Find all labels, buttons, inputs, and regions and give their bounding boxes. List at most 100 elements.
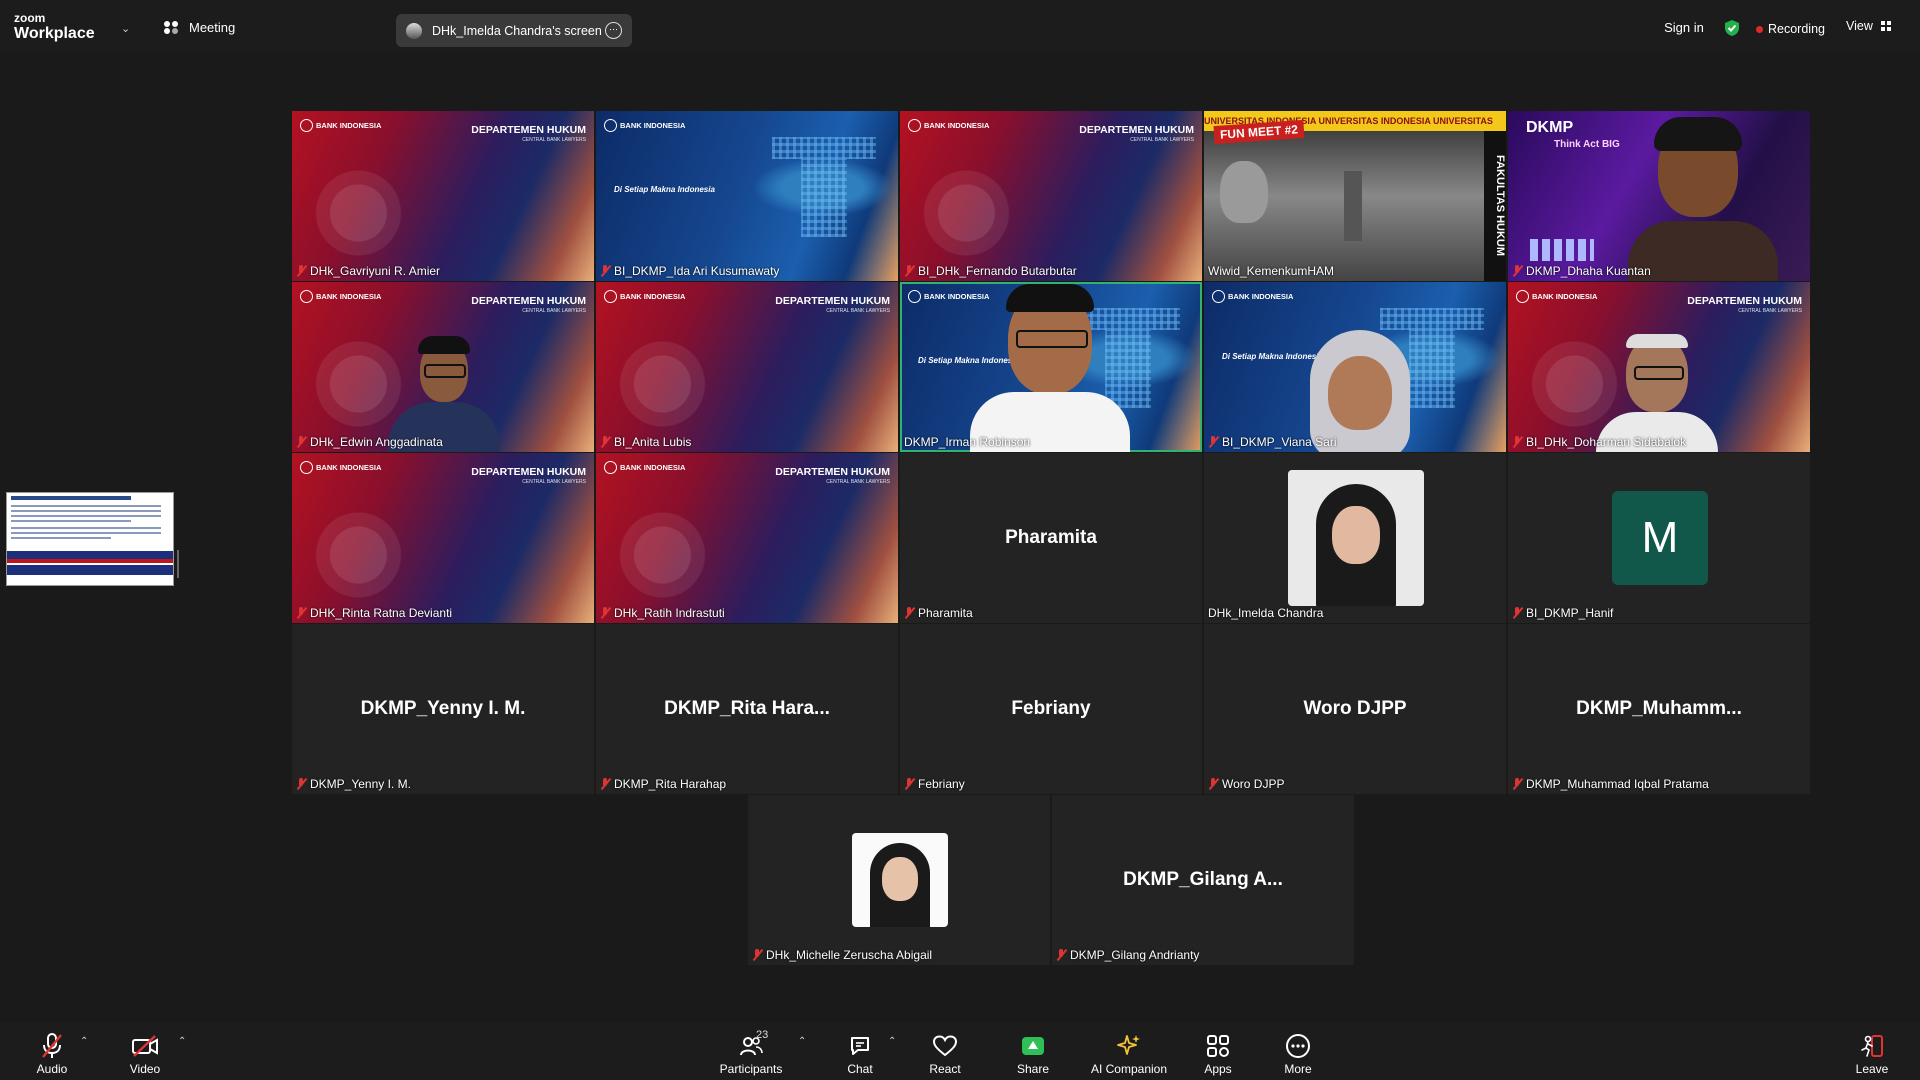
video-tile[interactable]: DKMP_Muhamm... DKMP_Muhammad Iqbal Prata…	[1508, 624, 1810, 794]
more-options-icon[interactable]: ⋯	[605, 22, 622, 39]
more-button[interactable]: More	[1278, 1022, 1318, 1080]
participant-name: Pharamita	[904, 606, 973, 620]
video-tile[interactable]: Woro DJPP Woro DJPP	[1204, 624, 1506, 794]
video-tile[interactable]: UNIVERSITAS INDONESIA UNIVERSITAS INDONE…	[1204, 111, 1506, 281]
participants-count: 23	[756, 1029, 769, 1041]
brand-small: zoom	[14, 11, 46, 25]
video-tile[interactable]: Febriany Febriany	[900, 624, 1202, 794]
participant-name: DKMP_Yenny I. M.	[296, 777, 411, 791]
share-button[interactable]: Share	[1010, 1022, 1056, 1080]
mic-muted-icon	[752, 949, 762, 961]
video-tile[interactable]: BANK INDONESIA DEPARTEMEN HUKUM CENTRAL B…	[596, 282, 898, 452]
grid-view-icon	[1880, 21, 1891, 31]
statue-graphic	[1344, 171, 1362, 241]
presenter-avatar	[406, 22, 422, 39]
bank-logo-icon	[1516, 290, 1529, 303]
thumbnail-resize-handle[interactable]	[177, 550, 179, 578]
mic-muted-icon	[1208, 436, 1218, 448]
profile-photo	[852, 833, 948, 927]
mic-muted-icon	[904, 607, 914, 619]
zoom-workplace-logo[interactable]: zoom Workplace	[14, 12, 95, 42]
mic-muted-icon	[600, 607, 610, 619]
bank-logo-icon	[908, 119, 921, 132]
share-screen-icon	[1022, 1037, 1044, 1055]
view-label: View	[1846, 19, 1873, 33]
video-tile[interactable]: BANK INDONESIA DEPARTEMEN HUKUM CENTRAL B…	[292, 111, 594, 281]
audio-options-chevron-icon[interactable]: ⌃	[80, 1036, 88, 1047]
participants-button[interactable]: 23 Participants	[716, 1022, 786, 1080]
participant-name: DKMP_Muhammad Iqbal Pratama	[1512, 777, 1709, 791]
video-tile[interactable]: BANK INDONESIA Di Setiap Makna Indonesia…	[1204, 282, 1506, 452]
video-tile[interactable]: DKMP_Yenny I. M. DKMP_Yenny I. M.	[292, 624, 594, 794]
screen-share-indicator[interactable]: DHk_Imelda Chandra's screen ⋯	[396, 14, 632, 47]
video-tile[interactable]: DKMP_Gilang A... DKMP_Gilang Andrianty	[1052, 795, 1354, 965]
video-tile[interactable]: BANK INDONESIA DEPARTEMEN HUKUM CENTRAL B…	[292, 453, 594, 623]
chat-icon	[848, 1031, 872, 1061]
display-name: DKMP_Rita Hara...	[664, 698, 830, 719]
video-button[interactable]: Video	[122, 1022, 168, 1080]
video-tile[interactable]: BANK INDONESIA DEPARTEMEN HUKUM CENTRAL B…	[596, 453, 898, 623]
active-speaker-tile[interactable]: BANK INDONESIA Di Setiap Makna Indonesia…	[900, 282, 1202, 452]
participant-name: DHk_Michelle Zeruscha Abigail	[752, 948, 932, 962]
bank-logo-icon	[604, 119, 617, 132]
meeting-label: Meeting	[189, 20, 236, 35]
mic-muted-icon	[904, 778, 914, 790]
participant-name: DHk_Gavriyuni R. Amier	[296, 264, 440, 278]
video-tile[interactable]: BANK INDONESIA DEPARTEMEN HUKUM CENTRAL B…	[900, 111, 1202, 281]
view-button[interactable]: View	[1846, 19, 1891, 33]
mic-muted-icon	[1512, 265, 1522, 277]
display-name: DKMP_Gilang A...	[1123, 869, 1283, 890]
mic-muted-icon	[600, 778, 610, 790]
participant-name: DKMP_Gilang Andrianty	[1056, 948, 1199, 962]
display-name: DKMP_Muhamm...	[1576, 698, 1742, 719]
video-tile[interactable]: BANK INDONESIA DEPARTEMEN HUKUM CENTRAL B…	[292, 282, 594, 452]
meeting-menu[interactable]: Meeting	[164, 20, 235, 35]
video-tile[interactable]: BANK INDONESIA Di Setiap Makna Indonesia…	[596, 111, 898, 281]
bank-logo-icon	[300, 119, 313, 132]
participant-name: DHk_Imelda Chandra	[1208, 606, 1324, 620]
bank-logo-icon	[908, 290, 921, 303]
meeting-icon	[164, 20, 180, 35]
shared-screen-thumbnail[interactable]	[6, 492, 174, 586]
leave-icon	[1859, 1031, 1885, 1061]
video-tile[interactable]: DKMP Think Act BIG DKMP_Dhaha Kuantan	[1508, 111, 1810, 281]
video-tile[interactable]: Pharamita Pharamita	[900, 453, 1202, 623]
participant-name: BI_Anita Lubis	[600, 435, 691, 449]
record-dot-icon	[1756, 25, 1763, 33]
mic-muted-icon	[1056, 949, 1066, 961]
audio-button[interactable]: Audio	[28, 1022, 76, 1080]
screen-share-label: DHk_Imelda Chandra's screen	[432, 23, 602, 38]
ai-companion-button[interactable]: AI Companion	[1088, 1022, 1170, 1080]
brand-large: Workplace	[14, 25, 95, 42]
participant-name: Febriany	[904, 777, 965, 791]
apps-button[interactable]: Apps	[1198, 1022, 1238, 1080]
mic-muted-icon	[1512, 607, 1522, 619]
chevron-down-icon[interactable]: ⌄	[121, 22, 130, 35]
participant-name: Wiwid_KemenkumHAM	[1208, 264, 1335, 278]
leave-button[interactable]: Leave	[1852, 1022, 1892, 1080]
recording-indicator[interactable]: Recording	[1756, 22, 1825, 36]
react-button[interactable]: React	[924, 1022, 966, 1080]
video-tile[interactable]: BANK INDONESIA DEPARTEMEN HUKUM CENTRAL B…	[1508, 282, 1810, 452]
display-name: DKMP_Yenny I. M.	[360, 698, 526, 719]
chat-button[interactable]: Chat	[840, 1022, 880, 1080]
participants-options-chevron-icon[interactable]: ⌃	[798, 1036, 806, 1047]
sparkle-icon	[1116, 1031, 1142, 1061]
video-tile[interactable]: DHk_Michelle Zeruscha Abigail	[748, 795, 1050, 965]
chat-options-chevron-icon[interactable]: ⌃	[888, 1036, 896, 1047]
video-tile[interactable]: DHk_Imelda Chandra	[1204, 453, 1506, 623]
video-tile[interactable]: DKMP_Rita Hara... DKMP_Rita Harahap	[596, 624, 898, 794]
participant-name: BI_DKMP_Ida Ari Kusumawaty	[600, 264, 779, 278]
participant-name: DKMP_Rita Harahap	[600, 777, 726, 791]
mic-muted-icon	[1512, 778, 1522, 790]
shield-check-icon[interactable]	[1724, 19, 1740, 37]
video-options-chevron-icon[interactable]: ⌃	[178, 1036, 186, 1047]
participant-name: DHK_Rinta Ratna Devianti	[296, 606, 452, 620]
video-off-icon	[131, 1031, 159, 1061]
video-tile[interactable]: M BI_DKMP_Hanif	[1508, 453, 1810, 623]
portrait-graphic	[1220, 161, 1268, 223]
sign-in-button[interactable]: Sign in	[1648, 14, 1720, 42]
meeting-toolbar: Audio ⌃ Video ⌃ 23 Participants ⌃ Chat ⌃…	[0, 1022, 1920, 1080]
participant-name: DHk_Edwin Anggadinata	[296, 435, 443, 449]
mic-muted-icon	[904, 265, 914, 277]
